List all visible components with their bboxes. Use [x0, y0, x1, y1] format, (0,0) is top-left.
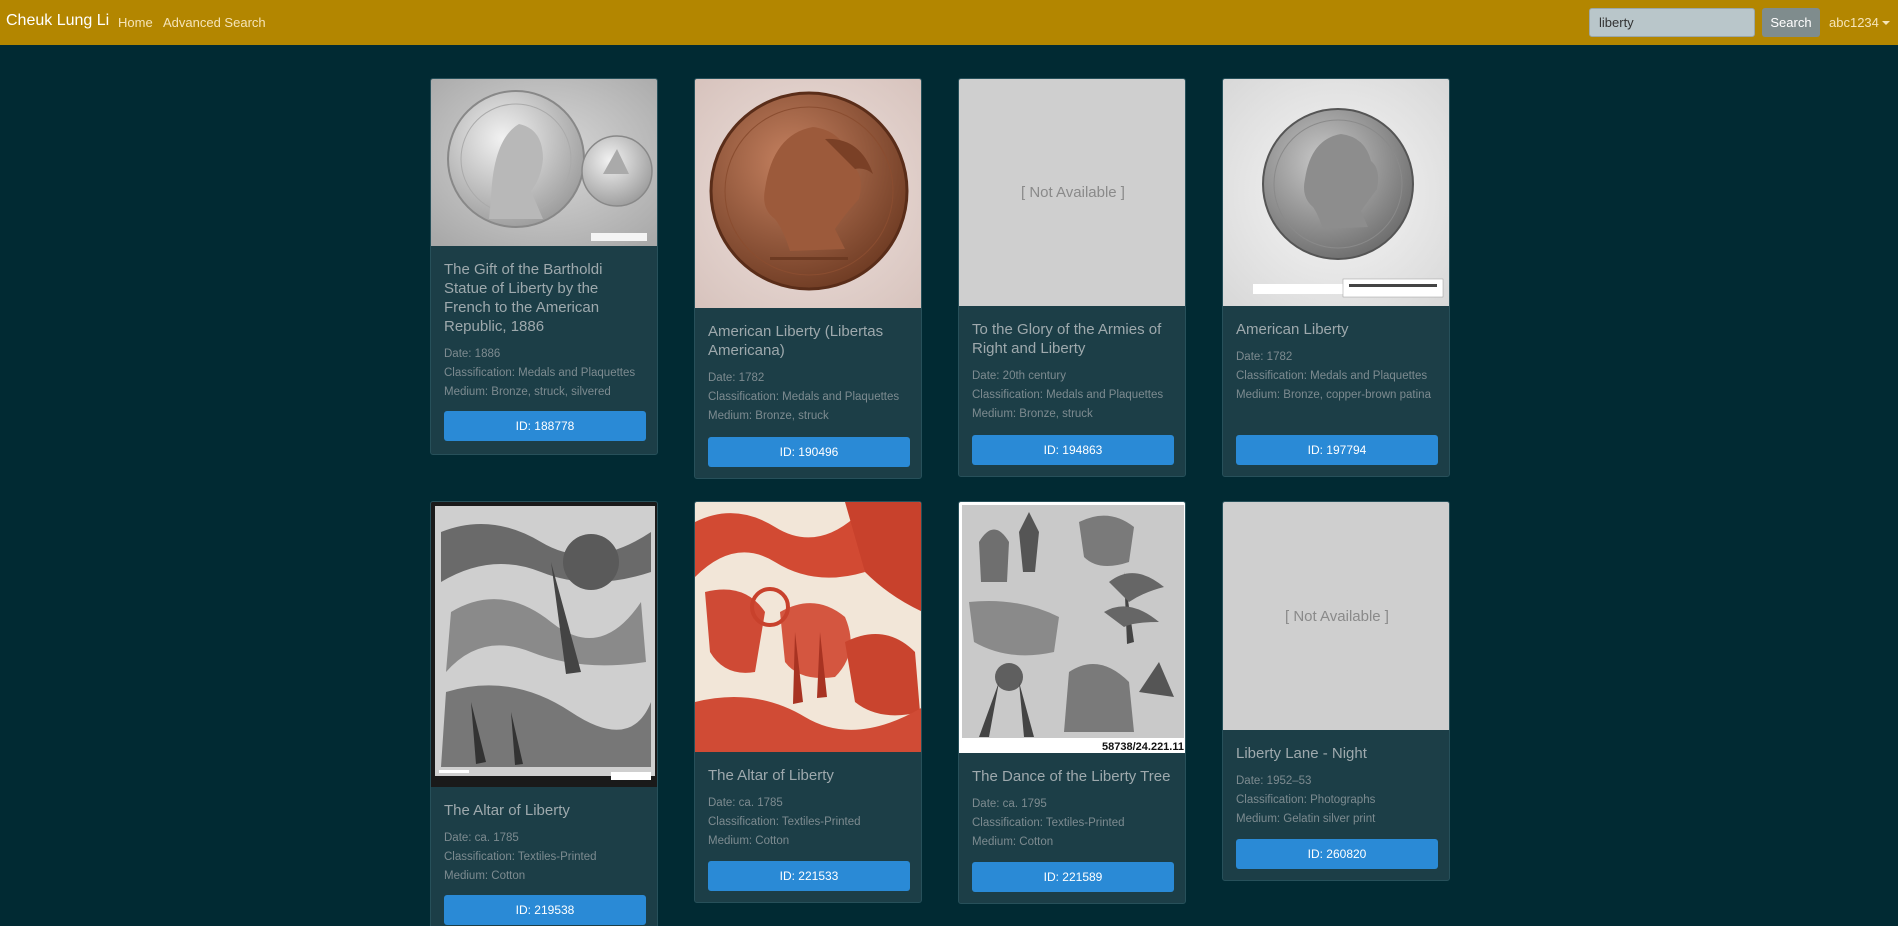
artwork-classification: Classification: Medals and Plaquettes — [708, 391, 900, 403]
artwork-medium: Medium: Bronze, struck — [972, 408, 1093, 420]
artwork-image[interactable]: 58738/24.221.11 — [959, 502, 1185, 753]
artwork-image[interactable] — [695, 79, 921, 308]
card-body: The Dance of the Liberty Tree Date: ca. … — [972, 767, 1172, 852]
artwork-title: Liberty Lane - Night — [1236, 745, 1367, 762]
card-body: American Liberty Date: 1782 Classificati… — [1236, 320, 1436, 405]
artwork-date: Date: 1782 — [708, 372, 765, 384]
image-placeholder: [ Not Available ] — [1223, 502, 1449, 730]
artwork-image[interactable] — [431, 502, 657, 787]
image-placeholder: [ Not Available ] — [959, 79, 1185, 306]
result-card: The Gift of the Bartholdi Statue of Libe… — [430, 78, 658, 455]
nav-advanced-search-link[interactable]: Advanced Search — [163, 15, 266, 30]
object-id-button[interactable]: ID: 197794 — [1236, 435, 1438, 465]
artwork-image[interactable] — [695, 502, 921, 752]
artwork-medium: Medium: Cotton — [972, 836, 1054, 848]
artwork-title: To the Glory of the Armies of Right and … — [972, 321, 1162, 357]
nav-home-link[interactable]: Home — [118, 15, 153, 30]
artwork-classification: Classification: Textiles-Printed — [708, 816, 861, 828]
artwork-date: Date: ca. 1795 — [972, 798, 1047, 810]
image-unavailable-text: [ Not Available ] — [1285, 607, 1389, 625]
object-id-button[interactable]: ID: 260820 — [1236, 839, 1438, 869]
brand-link[interactable]: Cheuk Lung Li — [6, 12, 109, 30]
artwork-image[interactable] — [431, 79, 657, 246]
object-id-button[interactable]: ID: 194863 — [972, 435, 1174, 465]
artwork-title: American Liberty (Libertas Americana) — [708, 323, 884, 359]
card-body: American Liberty (Libertas Americana) Da… — [708, 322, 908, 426]
user-menu[interactable]: abc1234 — [1829, 15, 1890, 30]
artwork-medium: Medium: Bronze, struck — [708, 410, 829, 422]
artwork-date: Date: ca. 1785 — [708, 797, 783, 809]
result-card: 58738/24.221.11 The Dance of the Liberty… — [958, 501, 1186, 904]
card-body: The Altar of Liberty Date: ca. 1785 Clas… — [444, 801, 644, 886]
object-id-button[interactable]: ID: 221589 — [972, 862, 1174, 892]
artwork-date: Date: 1952–53 — [1236, 775, 1312, 787]
result-card: The Altar of Liberty Date: ca. 1785 Clas… — [694, 501, 922, 903]
result-card: [ Not Available ] To the Glory of the Ar… — [958, 78, 1186, 477]
artwork-classification: Classification: Medals and Plaquettes — [444, 367, 636, 379]
user-name: abc1234 — [1829, 15, 1879, 30]
artwork-title: The Gift of the Bartholdi Statue of Libe… — [444, 261, 603, 335]
artwork-classification: Classification: Textiles-Printed — [444, 851, 597, 863]
artwork-classification: Classification: Textiles-Printed — [972, 817, 1125, 829]
image-accession-caption: 58738/24.221.11 — [1102, 741, 1184, 753]
artwork-date: Date: ca. 1785 — [444, 832, 519, 844]
artwork-date: Date: 20th century — [972, 370, 1066, 382]
artwork-medium: Medium: Bronze, struck, silvered — [444, 386, 611, 398]
artwork-medium: Medium: Cotton — [708, 835, 790, 847]
card-body: Liberty Lane - Night Date: 1952–53 Class… — [1236, 744, 1436, 829]
artwork-title: The Dance of the Liberty Tree — [972, 768, 1171, 785]
result-card: The Altar of Liberty Date: ca. 1785 Clas… — [430, 501, 658, 926]
navbar: Cheuk Lung Li Home Advanced Search Searc… — [0, 0, 1898, 45]
artwork-medium: Medium: Gelatin silver print — [1236, 813, 1376, 825]
artwork-classification: Classification: Photographs — [1236, 794, 1376, 806]
result-card: [ Not Available ] Liberty Lane - Night D… — [1222, 501, 1450, 881]
image-unavailable-text: [ Not Available ] — [1021, 184, 1125, 201]
artwork-medium: Medium: Bronze, copper-brown patina — [1236, 389, 1431, 401]
object-id-button[interactable]: ID: 188778 — [444, 411, 646, 441]
chevron-down-icon — [1881, 21, 1890, 25]
artwork-classification: Classification: Medals and Plaquettes — [972, 389, 1164, 401]
artwork-title: The Altar of Liberty — [708, 767, 834, 784]
artwork-date: Date: 1886 — [444, 348, 501, 360]
artwork-medium: Medium: Cotton — [444, 870, 526, 882]
object-id-button[interactable]: ID: 190496 — [708, 437, 910, 467]
object-id-button[interactable]: ID: 219538 — [444, 895, 646, 925]
card-body: The Gift of the Bartholdi Statue of Libe… — [444, 260, 644, 402]
card-body: To the Glory of the Armies of Right and … — [972, 320, 1172, 424]
artwork-date: Date: 1782 — [1236, 351, 1293, 363]
artwork-classification: Classification: Medals and Plaquettes — [1236, 370, 1428, 382]
search-button[interactable]: Search — [1762, 8, 1820, 37]
artwork-title: American Liberty — [1236, 321, 1349, 338]
card-body: The Altar of Liberty Date: ca. 1785 Clas… — [708, 766, 908, 851]
result-card: American Liberty Date: 1782 Classificati… — [1222, 78, 1450, 477]
artwork-title: The Altar of Liberty — [444, 802, 570, 819]
search-input[interactable] — [1589, 8, 1755, 37]
artwork-image[interactable] — [1223, 79, 1449, 306]
result-card: American Liberty (Libertas Americana) Da… — [694, 78, 922, 479]
object-id-button[interactable]: ID: 221533 — [708, 861, 910, 891]
